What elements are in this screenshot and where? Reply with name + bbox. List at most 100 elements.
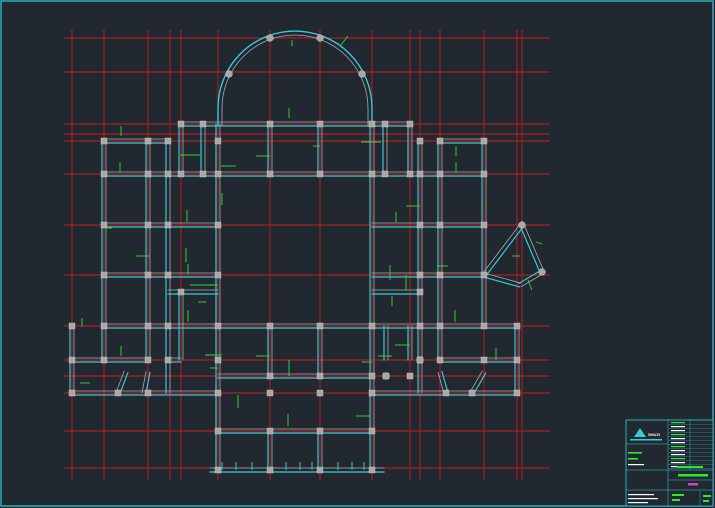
column bbox=[513, 322, 521, 330]
column bbox=[316, 389, 324, 397]
column bbox=[480, 322, 488, 330]
column bbox=[316, 372, 324, 380]
column bbox=[316, 427, 324, 435]
column bbox=[316, 170, 324, 178]
title-block[interactable]: SHUZI bbox=[625, 419, 714, 507]
column bbox=[480, 137, 488, 145]
column bbox=[368, 120, 376, 128]
column bbox=[368, 322, 376, 330]
column bbox=[164, 137, 172, 145]
column bbox=[316, 322, 324, 330]
column bbox=[214, 221, 222, 229]
column bbox=[406, 170, 414, 178]
column bbox=[266, 170, 274, 178]
column bbox=[144, 389, 152, 397]
title-block-row bbox=[671, 426, 685, 428]
column bbox=[416, 288, 424, 296]
round-column bbox=[358, 70, 366, 78]
column bbox=[214, 271, 222, 279]
title-block-row bbox=[671, 450, 685, 452]
column bbox=[199, 120, 207, 128]
column bbox=[368, 372, 376, 380]
round-column bbox=[382, 372, 390, 380]
column bbox=[436, 271, 444, 279]
column bbox=[368, 170, 376, 178]
column bbox=[480, 221, 488, 229]
column bbox=[144, 356, 152, 364]
title-block-row bbox=[671, 422, 685, 424]
column bbox=[100, 170, 108, 178]
column bbox=[406, 372, 414, 380]
column bbox=[164, 271, 172, 279]
column bbox=[144, 271, 152, 279]
column bbox=[68, 356, 76, 364]
title-block-row bbox=[671, 438, 685, 440]
column bbox=[266, 427, 274, 435]
column bbox=[214, 389, 222, 397]
column bbox=[100, 356, 108, 364]
column bbox=[144, 322, 152, 330]
column bbox=[416, 137, 424, 145]
title-block-row bbox=[671, 430, 685, 432]
column bbox=[442, 389, 450, 397]
column bbox=[214, 137, 222, 145]
model-space-background bbox=[0, 0, 715, 508]
column bbox=[100, 221, 108, 229]
column bbox=[316, 120, 324, 128]
column bbox=[406, 120, 414, 128]
column bbox=[144, 137, 152, 145]
column bbox=[214, 466, 222, 474]
column bbox=[266, 120, 274, 128]
column bbox=[266, 322, 274, 330]
column bbox=[164, 322, 172, 330]
column bbox=[68, 322, 76, 330]
column bbox=[416, 221, 424, 229]
column bbox=[266, 389, 274, 397]
column bbox=[164, 356, 172, 364]
column bbox=[436, 356, 444, 364]
cad-drawing-canvas[interactable]: SHUZI bbox=[0, 0, 715, 508]
column bbox=[214, 427, 222, 435]
column bbox=[100, 137, 108, 145]
column bbox=[177, 288, 185, 296]
column bbox=[199, 170, 207, 178]
column bbox=[416, 322, 424, 330]
column bbox=[266, 372, 274, 380]
column bbox=[436, 322, 444, 330]
column bbox=[416, 271, 424, 279]
round-column bbox=[518, 221, 526, 229]
title-block-row bbox=[671, 442, 685, 444]
title-block-row bbox=[671, 446, 685, 448]
title-block-row bbox=[671, 434, 685, 436]
column bbox=[436, 137, 444, 145]
column bbox=[214, 322, 222, 330]
round-column bbox=[538, 268, 546, 276]
round-column bbox=[266, 34, 274, 42]
column bbox=[214, 170, 222, 178]
column bbox=[177, 170, 185, 178]
column bbox=[164, 221, 172, 229]
column bbox=[177, 120, 185, 128]
column bbox=[436, 170, 444, 178]
column bbox=[416, 170, 424, 178]
column bbox=[381, 170, 389, 178]
round-column bbox=[416, 356, 424, 364]
column bbox=[100, 322, 108, 330]
title-block-row bbox=[671, 462, 685, 464]
column bbox=[144, 221, 152, 229]
column bbox=[164, 170, 172, 178]
column bbox=[214, 356, 222, 364]
column bbox=[480, 170, 488, 178]
column bbox=[114, 389, 122, 397]
column bbox=[368, 389, 376, 397]
column bbox=[368, 427, 376, 435]
column bbox=[436, 221, 444, 229]
column bbox=[381, 120, 389, 128]
column bbox=[144, 170, 152, 178]
column bbox=[468, 389, 476, 397]
title-block-row bbox=[671, 454, 685, 456]
column bbox=[513, 389, 521, 397]
column bbox=[480, 271, 488, 279]
column bbox=[368, 466, 376, 474]
title-block-row bbox=[671, 458, 685, 460]
